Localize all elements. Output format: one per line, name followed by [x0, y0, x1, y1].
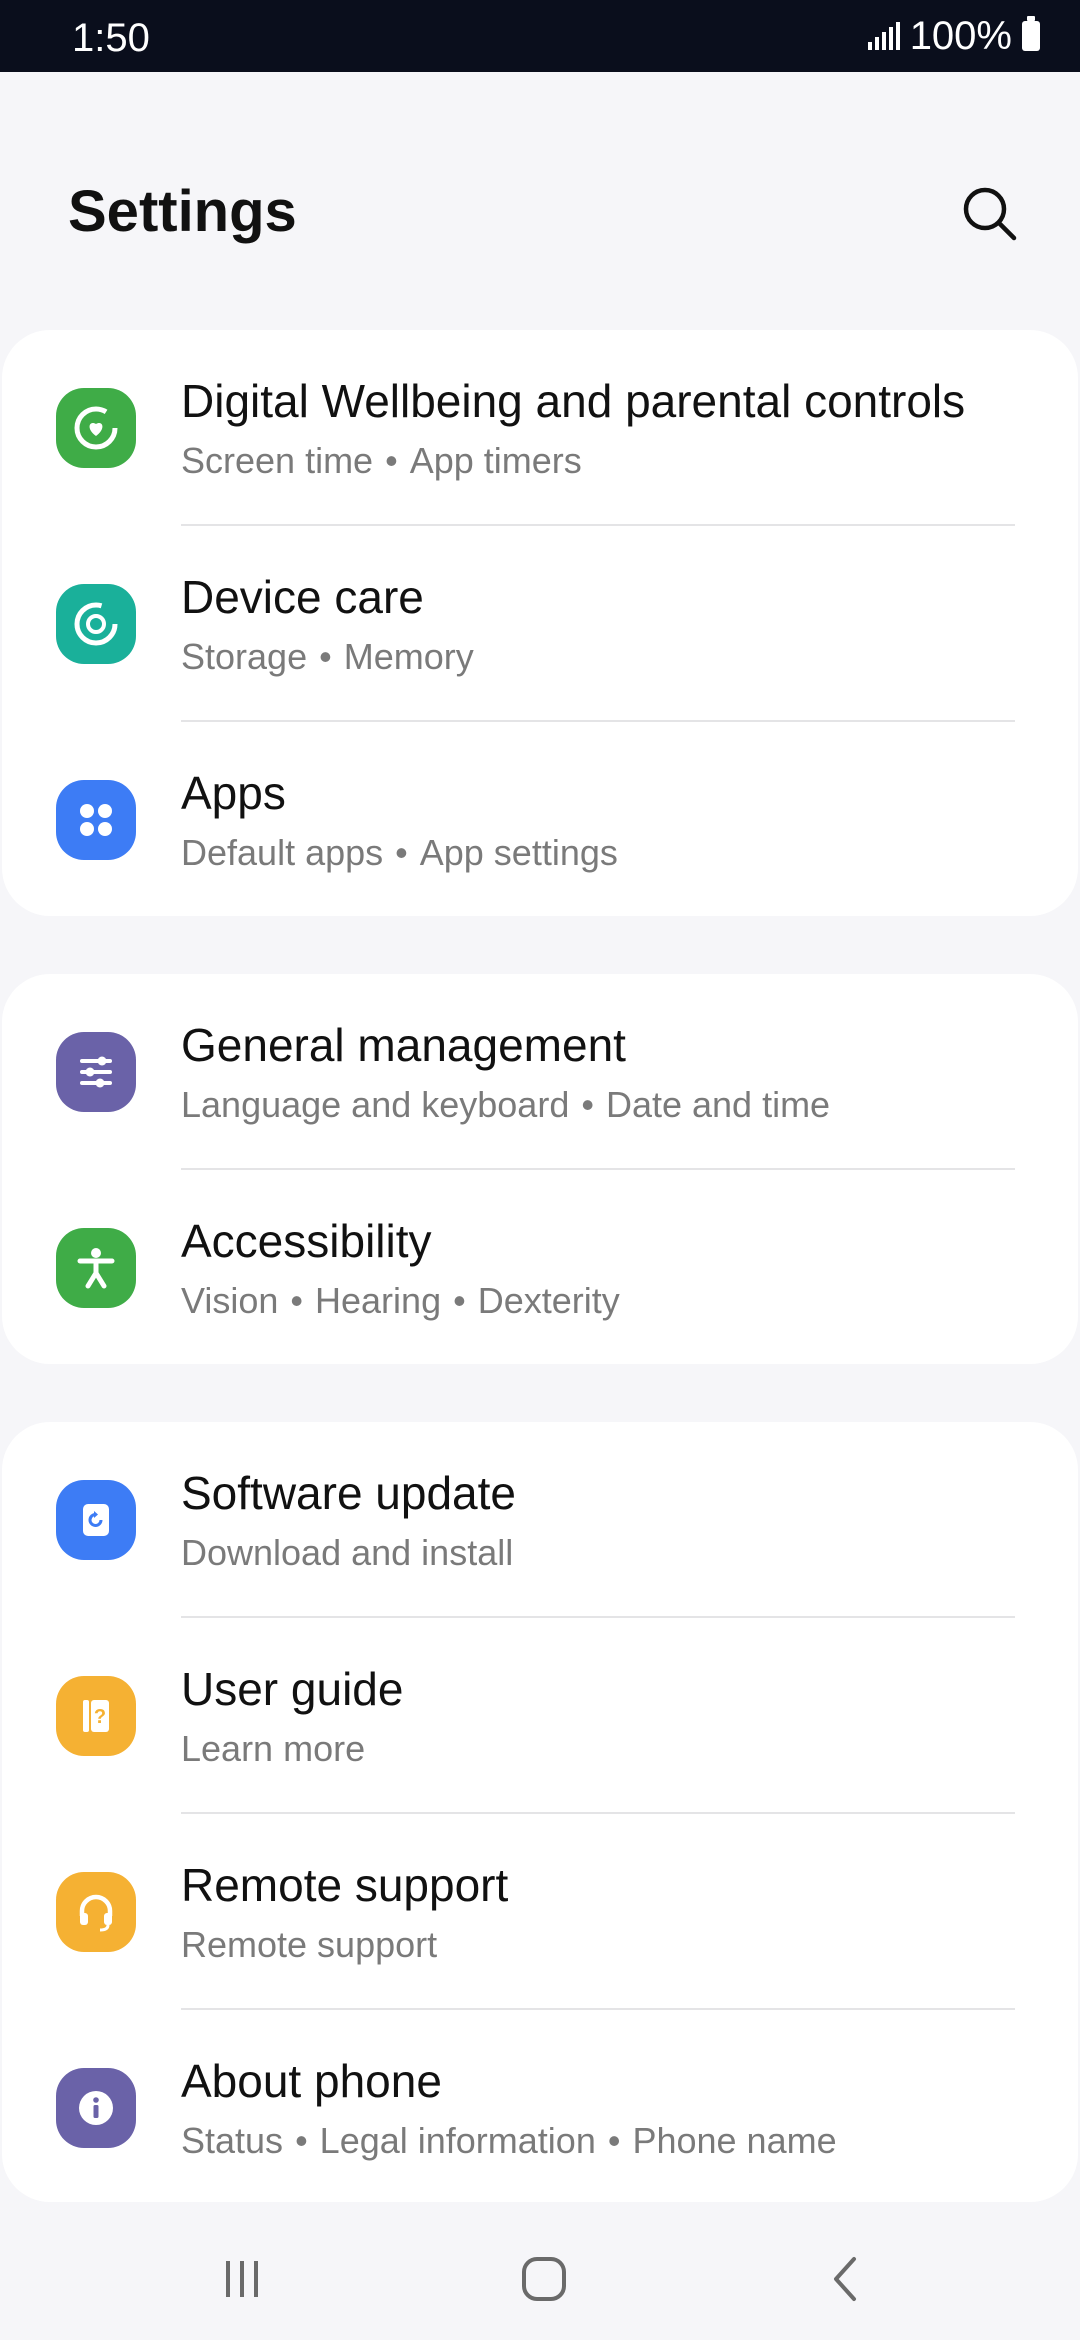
setting-title: General management [181, 1019, 626, 1071]
page-title: Settings [68, 179, 297, 244]
status-time: 1:50 [72, 16, 150, 60]
back-icon [834, 2257, 856, 2301]
setting-subtitle: Vision • Hearing • Dexterity [181, 1280, 620, 1321]
search-icon [963, 187, 1017, 241]
setting-subtitle: Storage • Memory [181, 636, 474, 677]
settings-group-2: General management Language and keyboard… [2, 974, 1078, 1364]
setting-title: Digital Wellbeing and parental controls [181, 375, 966, 427]
setting-subtitle: Default apps • App settings [181, 832, 618, 873]
setting-title: Remote support [181, 1859, 509, 1911]
status-indicators: 100% [867, 13, 1040, 58]
setting-remote-support[interactable]: Remote support Remote support [2, 1814, 1078, 2010]
status-bar: 1:50 100% [0, 0, 1080, 72]
setting-general-management[interactable]: General management Language and keyboard… [2, 974, 1078, 1170]
battery-percent: 100% [909, 13, 1012, 58]
accessibility-icon [56, 1228, 136, 1308]
setting-title: Device care [181, 571, 424, 623]
general-management-icon [56, 1032, 136, 1112]
setting-subtitle: Remote support [181, 1924, 438, 1965]
setting-apps[interactable]: Apps Default apps • App settings [2, 722, 1078, 918]
setting-about-phone[interactable]: About phone Status • Legal information • Pho… [2, 2010, 1078, 2206]
search-button[interactable] [958, 182, 1022, 246]
back-button[interactable] [796, 2234, 896, 2324]
user-guide-icon: ? [56, 1676, 136, 1756]
remote-support-icon [56, 1872, 136, 1952]
setting-software-update[interactable]: Software update Download and install [2, 1422, 1078, 1618]
apps-icon [56, 780, 136, 860]
setting-title: Accessibility [181, 1215, 432, 1267]
setting-user-guide[interactable]: ? User guide Learn more [2, 1618, 1078, 1814]
setting-subtitle: Status • Legal information • Phone name [181, 2120, 837, 2161]
setting-subtitle: Screen time • App timers [181, 440, 582, 481]
signal-icon [867, 22, 900, 50]
recents-button[interactable] [192, 2234, 292, 2324]
settings-group-3: Software update Download and install ? U… [2, 1422, 1078, 2202]
about-phone-icon [56, 2068, 136, 2148]
settings-group-1: Digital Wellbeing and parental controls … [2, 330, 1078, 916]
setting-accessibility[interactable]: Accessibility Vision • Hearing • Dexterity [2, 1170, 1078, 1366]
home-icon [522, 2257, 566, 2301]
battery-icon [1022, 16, 1040, 51]
setting-device-care[interactable]: Device care Storage • Memory [2, 526, 1078, 722]
setting-digital-wellbeing[interactable]: Digital Wellbeing and parental controls … [2, 330, 1078, 526]
setting-title: Apps [181, 767, 286, 819]
setting-title: About phone [181, 2055, 442, 2107]
digital-wellbeing-icon [56, 388, 136, 468]
recents-icon [226, 2261, 258, 2297]
device-care-icon [56, 584, 136, 664]
setting-subtitle: Language and keyboard • Date and time [181, 1084, 831, 1125]
navigation-bar [0, 2202, 1080, 2340]
setting-title: Software update [181, 1467, 517, 1519]
software-update-icon [56, 1480, 136, 1560]
setting-subtitle: Learn more [181, 1728, 366, 1769]
setting-subtitle: Download and install [181, 1532, 514, 1573]
home-button[interactable] [494, 2234, 594, 2324]
svg-text:?: ? [94, 1706, 106, 1728]
setting-title: User guide [181, 1663, 404, 1715]
